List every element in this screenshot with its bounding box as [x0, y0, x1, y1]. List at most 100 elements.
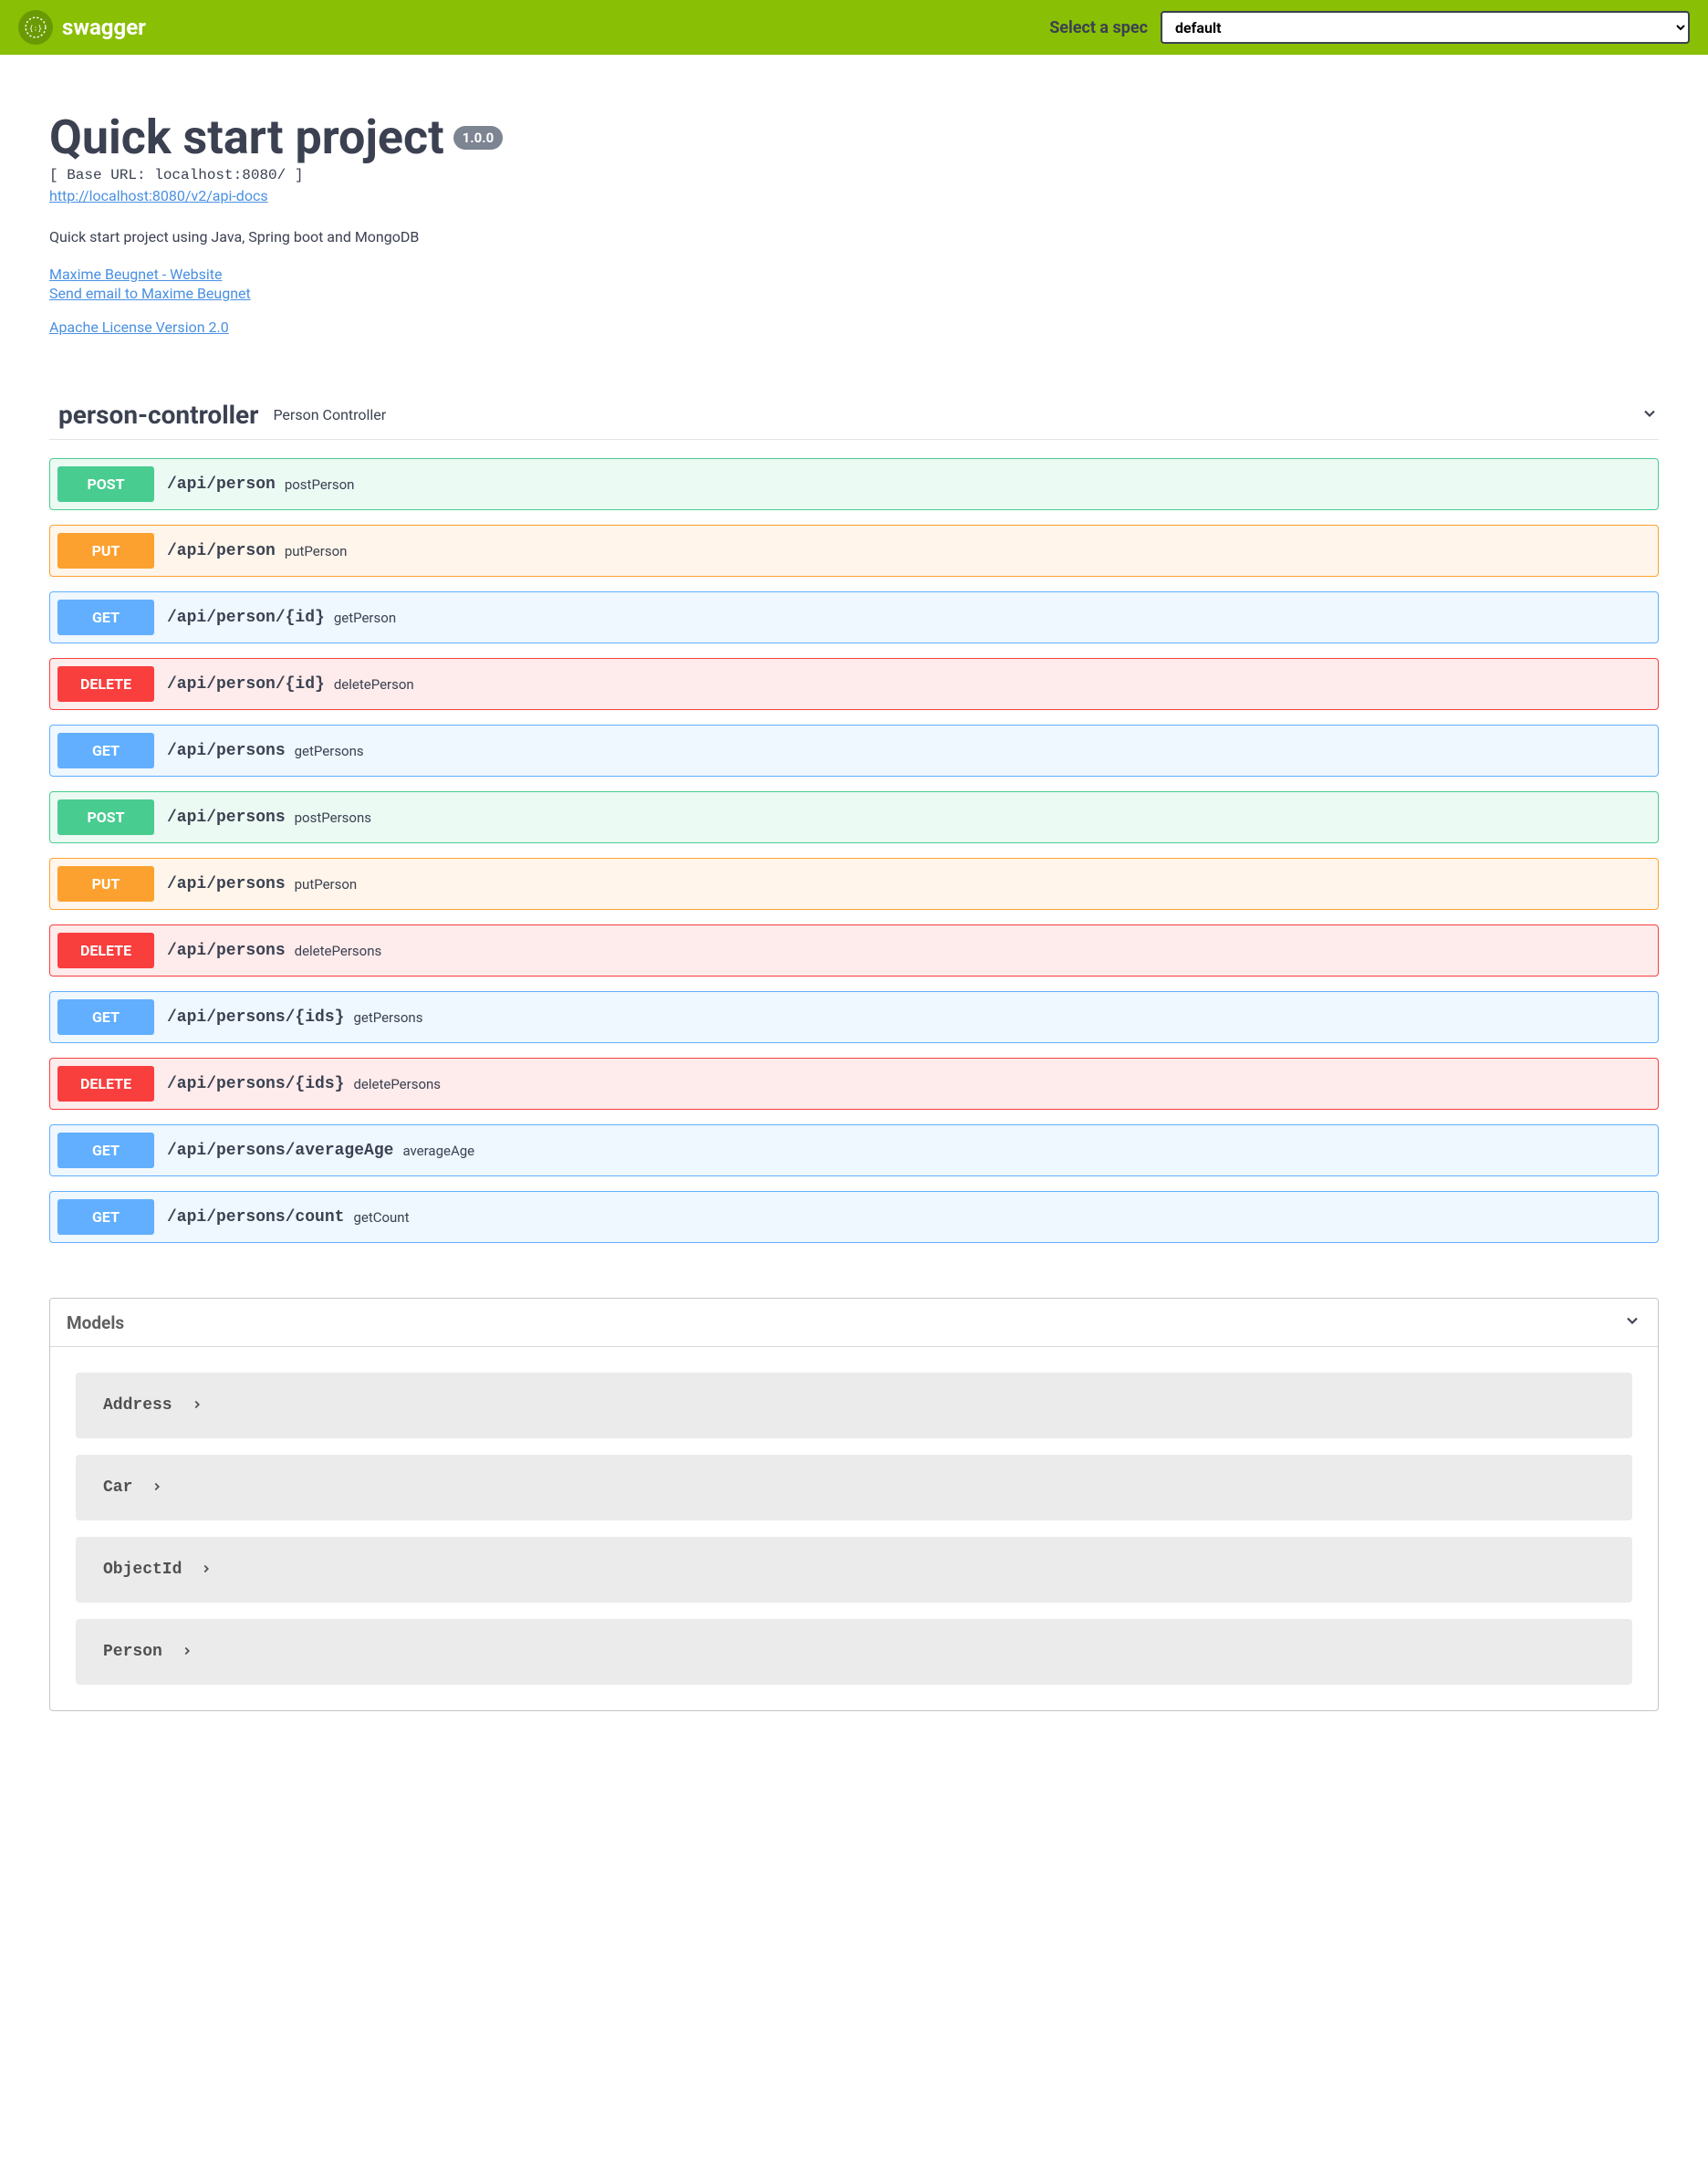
api-title: Quick start project 1.0.0 [49, 110, 503, 165]
operation-block[interactable]: PUT /api/persons putPerson [49, 858, 1659, 910]
operation-summary[interactable]: POST /api/person postPerson [50, 459, 1658, 509]
operation-summary[interactable]: DELETE /api/person/{id} deletePerson [50, 659, 1658, 709]
operation-summary[interactable]: POST /api/persons postPersons [50, 792, 1658, 842]
version-badge: 1.0.0 [453, 126, 504, 150]
chevron-right-icon [191, 1397, 203, 1415]
contact-website-link[interactable]: Maxime Beugnet - Website [49, 266, 1659, 283]
operation-description: deletePerson [334, 676, 414, 693]
chevron-down-icon [1623, 1311, 1641, 1333]
method-badge: DELETE [57, 666, 154, 702]
operation-description: deletePersons [295, 943, 382, 959]
operation-block[interactable]: POST /api/person postPerson [49, 458, 1659, 510]
model-name: ObjectId [103, 1561, 182, 1579]
operation-summary[interactable]: GET /api/persons/count getCount [50, 1192, 1658, 1242]
operation-path: /api/persons/{ids} [167, 1008, 344, 1027]
tag-header[interactable]: person-controller Person Controller [49, 391, 1659, 440]
contact-links: Maxime Beugnet - Website Send email to M… [49, 266, 1659, 302]
operation-description: getCount [353, 1209, 409, 1226]
operation-block[interactable]: DELETE /api/persons/{ids} deletePersons [49, 1058, 1659, 1110]
models-section: Models Address Car ObjectId [49, 1298, 1659, 1711]
topbar: {:} swagger Select a spec default [0, 0, 1708, 55]
operation-path: /api/person/{id} [167, 609, 325, 627]
operation-block[interactable]: GET /api/persons/averageAge averageAge [49, 1124, 1659, 1176]
chevron-right-icon [151, 1479, 163, 1497]
swagger-logo-icon: {:} [18, 10, 53, 45]
method-badge: PUT [57, 866, 154, 902]
operation-summary[interactable]: GET /api/persons getPersons [50, 726, 1658, 776]
operation-path: /api/persons [167, 875, 286, 893]
license-link[interactable]: Apache License Version 2.0 [49, 319, 229, 336]
api-docs-link[interactable]: http://localhost:8080/v2/api-docs [49, 187, 1659, 204]
models-body: Address Car ObjectId Person [50, 1347, 1658, 1710]
operation-summary[interactable]: DELETE /api/persons/{ids} deletePersons [50, 1059, 1658, 1109]
operation-block[interactable]: DELETE /api/person/{id} deletePerson [49, 658, 1659, 710]
operation-summary[interactable]: GET /api/person/{id} getPerson [50, 592, 1658, 642]
operation-summary[interactable]: GET /api/persons/averageAge averageAge [50, 1125, 1658, 1175]
method-badge: GET [57, 733, 154, 768]
operation-path: /api/person [167, 475, 276, 494]
operation-summary[interactable]: GET /api/persons/{ids} getPersons [50, 992, 1658, 1042]
method-badge: POST [57, 466, 154, 502]
tag-section: person-controller Person Controller POST… [49, 391, 1659, 1243]
operation-path: /api/persons/averageAge [167, 1142, 393, 1160]
method-badge: GET [57, 999, 154, 1035]
operation-description: postPersons [295, 809, 371, 826]
operation-block[interactable]: GET /api/person/{id} getPerson [49, 591, 1659, 643]
operation-description: putPerson [285, 543, 348, 559]
spec-select[interactable]: default [1161, 11, 1690, 44]
models-title: Models [67, 1312, 124, 1333]
method-badge: DELETE [57, 933, 154, 968]
operations-list: POST /api/person postPerson PUT /api/per… [49, 458, 1659, 1243]
method-badge: POST [57, 799, 154, 835]
operation-summary[interactable]: DELETE /api/persons deletePersons [50, 925, 1658, 976]
method-badge: DELETE [57, 1066, 154, 1102]
chevron-right-icon [181, 1644, 193, 1661]
operation-description: getPerson [334, 610, 396, 626]
chevron-right-icon [200, 1562, 213, 1579]
method-badge: GET [57, 1133, 154, 1168]
chevron-down-icon [1640, 404, 1659, 426]
model-item[interactable]: Car [76, 1455, 1632, 1520]
operation-description: getPersons [353, 1009, 422, 1026]
operation-path: /api/persons/{ids} [167, 1075, 344, 1093]
model-item[interactable]: Person [76, 1619, 1632, 1685]
operation-block[interactable]: GET /api/persons/count getCount [49, 1191, 1659, 1243]
operation-description: averageAge [402, 1143, 474, 1159]
tag-description: Person Controller [273, 406, 1626, 423]
operation-summary[interactable]: PUT /api/person putPerson [50, 526, 1658, 576]
operation-block[interactable]: GET /api/persons/{ids} getPersons [49, 991, 1659, 1043]
model-name: Car [103, 1478, 132, 1497]
operation-path: /api/persons/count [167, 1208, 344, 1227]
method-badge: GET [57, 1199, 154, 1235]
topbar-controls: Select a spec default [1049, 11, 1690, 44]
operation-path: /api/persons [167, 809, 286, 827]
base-url: [ Base URL: localhost:8080/ ] [49, 167, 1659, 183]
method-badge: PUT [57, 533, 154, 569]
contact-email-link[interactable]: Send email to Maxime Beugnet [49, 285, 1659, 302]
operation-description: deletePersons [353, 1076, 441, 1092]
operation-path: /api/persons [167, 742, 286, 760]
operation-summary[interactable]: PUT /api/persons putPerson [50, 859, 1658, 909]
model-item[interactable]: ObjectId [76, 1537, 1632, 1603]
models-header[interactable]: Models [50, 1299, 1658, 1347]
model-name: Person [103, 1643, 162, 1661]
operation-block[interactable]: POST /api/persons postPersons [49, 791, 1659, 843]
api-description: Quick start project using Java, Spring b… [49, 228, 1659, 245]
operation-description: putPerson [295, 876, 358, 893]
operation-path: /api/person [167, 542, 276, 560]
operation-block[interactable]: DELETE /api/persons deletePersons [49, 924, 1659, 977]
method-badge: GET [57, 600, 154, 635]
model-item[interactable]: Address [76, 1373, 1632, 1438]
operation-block[interactable]: GET /api/persons getPersons [49, 725, 1659, 777]
svg-text:{:}: {:} [29, 25, 42, 33]
operation-block[interactable]: PUT /api/person putPerson [49, 525, 1659, 577]
operation-description: getPersons [295, 743, 364, 759]
operation-description: postPerson [285, 476, 355, 493]
topbar-brand[interactable]: {:} swagger [18, 10, 146, 45]
api-info: Quick start project 1.0.0 [ Base URL: lo… [49, 110, 1659, 336]
brand-title: swagger [62, 15, 146, 40]
api-title-text: Quick start project [49, 110, 444, 165]
operation-path: /api/person/{id} [167, 675, 325, 694]
tag-name: person-controller [58, 400, 258, 430]
operation-path: /api/persons [167, 942, 286, 960]
